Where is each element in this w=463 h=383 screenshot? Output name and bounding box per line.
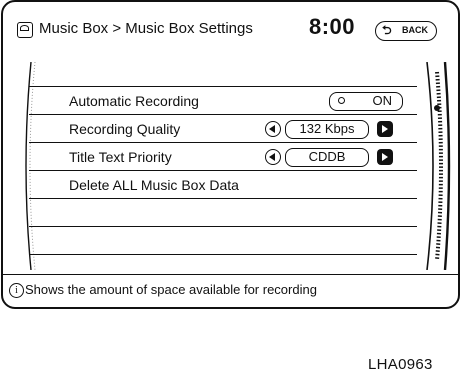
info-icon: i	[9, 283, 24, 298]
setting-row-automatic-recording[interactable]: Automatic Recording ON	[29, 88, 417, 115]
scroll-bar[interactable]	[423, 62, 453, 270]
automatic-recording-toggle[interactable]: ON	[329, 92, 403, 111]
hint-text: Shows the amount of space available for …	[25, 282, 317, 297]
row-divider	[29, 226, 417, 227]
decrease-arrow-icon[interactable]	[265, 121, 281, 137]
recording-quality-value: 132 Kbps	[285, 120, 369, 139]
setting-label: Recording Quality	[69, 121, 181, 137]
setting-label: Automatic Recording	[69, 93, 199, 109]
increase-arrow-icon[interactable]	[377, 121, 393, 137]
toggle-indicator-icon	[338, 97, 345, 104]
setting-label: Title Text Priority	[69, 149, 172, 165]
clock: 8:00	[309, 14, 356, 39]
row-divider	[29, 86, 417, 87]
toggle-value: ON	[372, 93, 393, 108]
screen-frame: Music Box > Music Box Settings 8:00 ⮌ BA…	[1, 0, 460, 309]
setting-label: Delete ALL Music Box Data	[69, 177, 239, 193]
row-divider	[29, 254, 417, 255]
setting-row-delete-all-data[interactable]: Delete ALL Music Box Data	[29, 172, 417, 199]
title-text-priority-value: CDDB	[285, 148, 369, 167]
back-button[interactable]: ⮌ BACK	[375, 21, 437, 41]
increase-arrow-icon[interactable]	[377, 149, 393, 165]
title-bar: Music Box > Music Box Settings 8:00 ⮌ BA…	[9, 8, 456, 52]
setting-row-recording-quality[interactable]: Recording Quality 132 Kbps	[29, 116, 417, 143]
setting-row-title-text-priority[interactable]: Title Text Priority CDDB	[29, 144, 417, 171]
hint-bar: i Shows the amount of space available fo…	[3, 274, 458, 309]
music-box-icon	[17, 22, 33, 38]
decrease-arrow-icon[interactable]	[265, 149, 281, 165]
figure-code: LHA0963	[368, 356, 433, 373]
back-button-label: BACK	[402, 25, 428, 35]
page-title: Music Box > Music Box Settings	[39, 20, 253, 37]
back-arrow-icon: ⮌	[382, 23, 392, 37]
